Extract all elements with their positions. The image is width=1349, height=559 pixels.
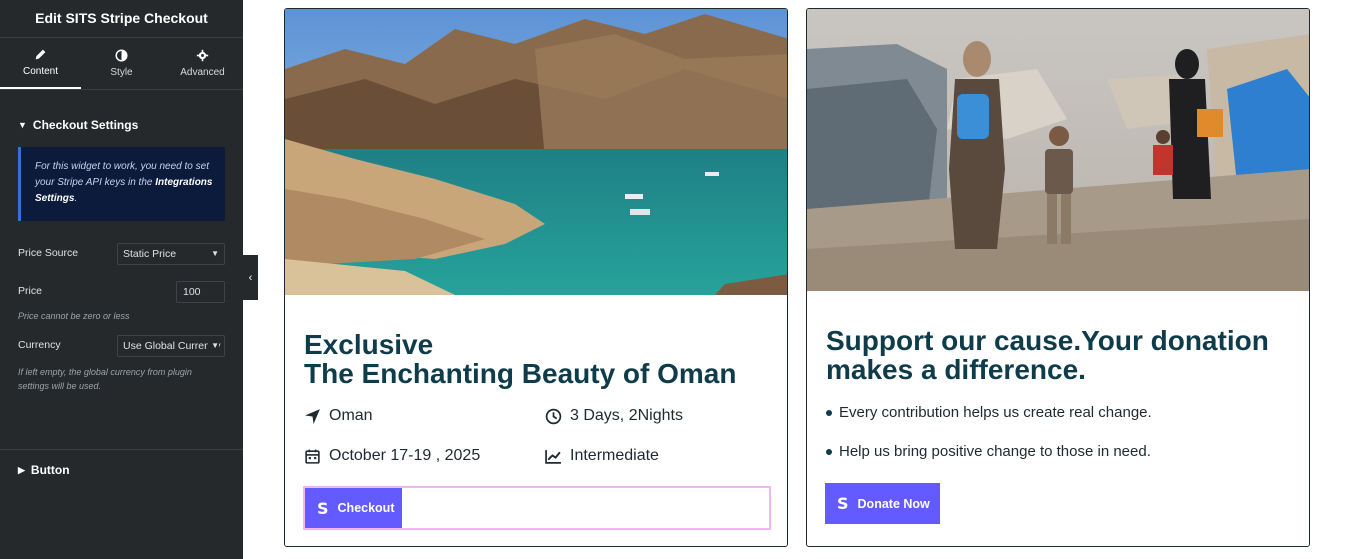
- section-divider: [0, 449, 243, 450]
- dates-text: October 17-19 , 2025: [329, 447, 481, 464]
- bullet-text: Every contribution helps us create real …: [839, 404, 1152, 421]
- currency-select[interactable]: Use Global Currency ▼: [117, 335, 225, 357]
- donation-title-line2: makes a difference.: [826, 354, 1086, 385]
- price-label: Price: [18, 285, 42, 297]
- tab-content[interactable]: Content: [0, 38, 81, 89]
- bullet-dot: [826, 448, 832, 455]
- calendar-icon: [305, 449, 320, 464]
- caret-down-icon: ▼: [18, 120, 27, 130]
- bullet-dot: [826, 409, 832, 416]
- donation-card: Support our cause.Your donation makes a …: [806, 8, 1310, 547]
- level-meta: Intermediate: [545, 447, 659, 465]
- price-help: Price cannot be zero or less: [18, 311, 130, 321]
- price-input[interactable]: 100: [176, 281, 225, 303]
- api-keys-notice: For this widget to work, you need to set…: [18, 147, 225, 221]
- gear-icon: [196, 49, 209, 62]
- donation-title-line1: Support our cause.Your donation: [826, 325, 1269, 356]
- stripe-s-icon: S: [317, 498, 329, 518]
- donate-button-label: Donate Now: [857, 496, 930, 511]
- duration-meta: 3 Days, 2Nights: [545, 407, 683, 425]
- caret-right-icon: ▶: [18, 464, 25, 475]
- donation-title: Support our cause.Your donation makes a …: [826, 326, 1269, 384]
- panel-title: Edit SITS Stripe Checkout: [0, 0, 243, 38]
- half-circle-icon: [115, 49, 128, 62]
- section-checkout-settings[interactable]: ▼ Checkout Settings: [0, 106, 243, 144]
- stripe-s-icon: S: [837, 494, 849, 513]
- list-item: Help us bring positive change to those i…: [826, 443, 1151, 460]
- level-text: Intermediate: [570, 447, 659, 464]
- price-source-select[interactable]: Static Price ▼: [117, 243, 225, 265]
- price-source-control: Price Source Static Price ▼: [0, 243, 243, 265]
- editor-sidebar: Edit SITS Stripe Checkout Content Style …: [0, 0, 243, 559]
- tour-title-line1: Exclusive: [304, 329, 434, 360]
- currency-label: Currency: [18, 339, 61, 351]
- checkout-widget-selected: S Checkout: [303, 486, 771, 530]
- pencil-icon: [35, 49, 46, 60]
- checkout-button-label: Checkout: [337, 501, 395, 515]
- price-source-label: Price Source: [18, 247, 79, 259]
- price-control: Price 100: [0, 281, 243, 303]
- currency-value: Use Global Currency: [123, 340, 221, 352]
- dropdown-arrow-icon: ▼: [208, 244, 219, 264]
- section-checkout-settings-label: Checkout Settings: [32, 118, 139, 132]
- tab-style-label: Style: [110, 67, 133, 78]
- refugee-camp-image: [807, 9, 1309, 291]
- tab-advanced[interactable]: Advanced: [162, 38, 243, 89]
- dropdown-arrow-icon: ▼: [208, 336, 219, 356]
- notice-suffix: .: [74, 193, 78, 204]
- location-arrow-icon: [305, 408, 320, 424]
- donate-now-button[interactable]: S Donate Now: [825, 483, 940, 524]
- price-source-value: Static Price: [123, 248, 177, 260]
- tour-title-line2: The Enchanting Beauty of Oman: [304, 358, 737, 389]
- chart-line-icon: [545, 449, 561, 464]
- tab-content-label: Content: [22, 66, 59, 77]
- checkout-button[interactable]: S Checkout: [305, 488, 402, 528]
- tour-card: Exclusive The Enchanting Beauty of Oman …: [284, 8, 788, 547]
- location-text: Oman: [329, 407, 373, 424]
- section-button[interactable]: ▶ Button: [0, 451, 70, 489]
- section-button-label: Button: [30, 463, 70, 477]
- tour-title: Exclusive The Enchanting Beauty of Oman: [304, 330, 736, 388]
- list-item: Every contribution helps us create real …: [826, 404, 1152, 421]
- chevron-left-icon: ‹: [248, 271, 253, 284]
- location-meta: Oman: [304, 407, 373, 425]
- bullet-text: Help us bring positive change to those i…: [839, 443, 1151, 460]
- dates-meta: October 17-19 , 2025: [304, 447, 480, 465]
- tab-style[interactable]: Style: [81, 38, 162, 89]
- panel-tabs: Content Style Advanced: [0, 38, 243, 90]
- oman-landscape-image: [285, 9, 787, 295]
- collapse-panel-button[interactable]: ‹: [243, 255, 258, 300]
- duration-text: 3 Days, 2Nights: [570, 407, 683, 424]
- tab-advanced-label: Advanced: [180, 67, 225, 78]
- clock-icon: [545, 408, 562, 424]
- currency-help: If left empty, the global currency from …: [18, 367, 192, 391]
- currency-control: Currency Use Global Currency ▼: [0, 335, 243, 357]
